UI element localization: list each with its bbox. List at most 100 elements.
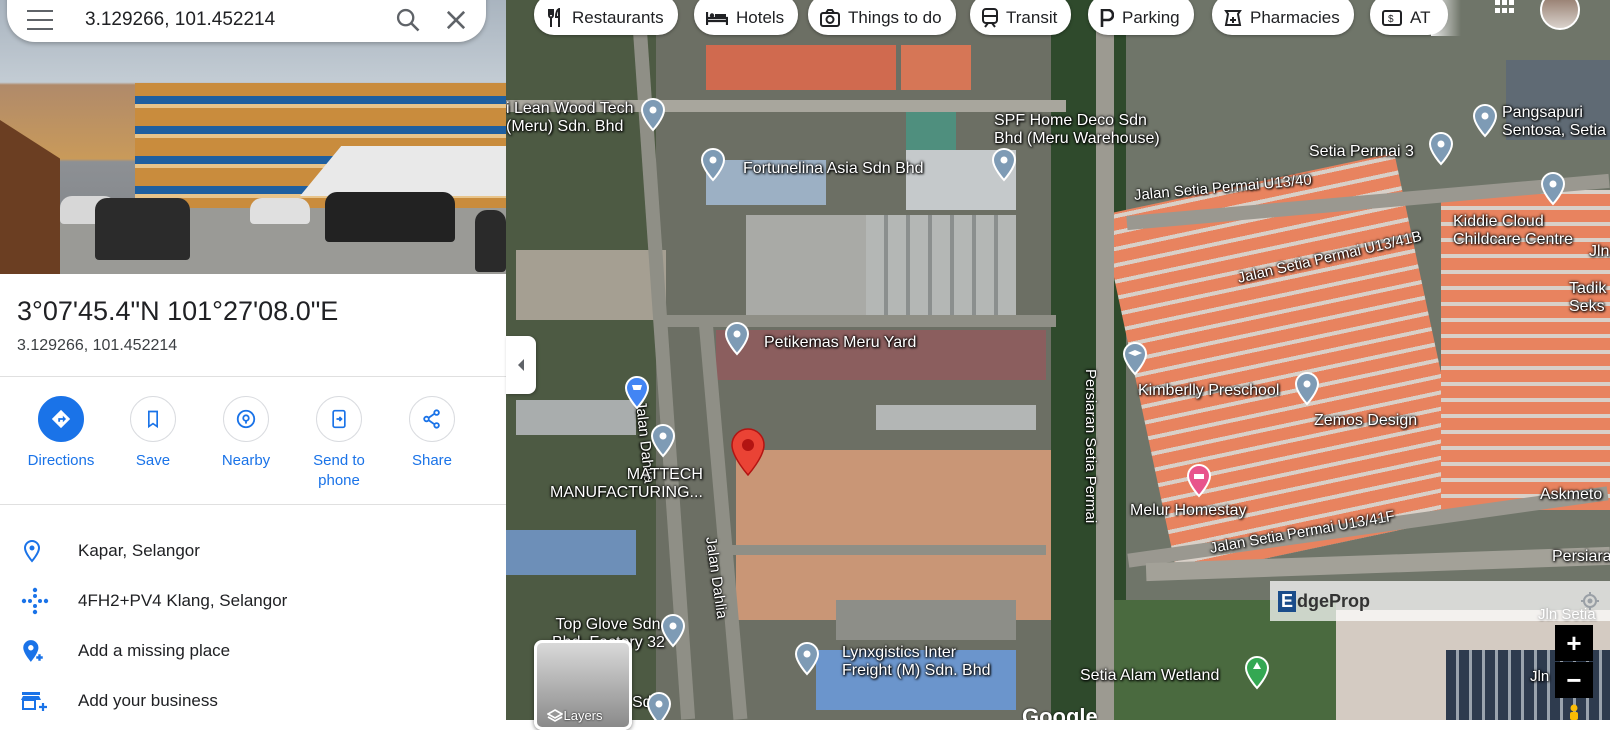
search-input[interactable] [85,9,374,31]
edgeprop-logo: EdgeProp [1278,590,1371,612]
map-pin-icon[interactable] [640,98,666,132]
layers-button[interactable]: Layers [534,640,632,730]
map-pin-icon[interactable] [650,424,676,458]
svg-text:$: $ [1388,14,1394,25]
collapse-panel-button[interactable] [506,336,536,394]
map-label-fortunelina[interactable]: Fortunelina Asia Sdn Bhd [743,160,924,178]
photo-car [325,192,455,242]
google-logo: Google [1022,704,1098,720]
road-label-persiaran: Persiara [1552,548,1610,565]
map-pin-icon[interactable] [1540,172,1566,206]
map-pin-icon[interactable] [700,148,726,182]
divider [0,376,506,377]
plus-code-row[interactable]: 4FH2+PV4 Klang, Selangor [0,576,506,626]
address-text: Kapar, Selangor [78,541,200,560]
chip-label: Transit [1006,7,1058,27]
red-roof-building [901,45,971,90]
apps-grid-icon[interactable] [1494,0,1516,18]
school-pin-icon[interactable] [1122,342,1148,376]
chip-label: Pharmacies [1250,7,1340,27]
lodging-pin-icon[interactable] [1186,464,1212,498]
map-label-mattech[interactable]: MATTECH MANUFACTURING... [550,466,703,502]
directions-label: Directions [27,452,95,469]
bookmark-icon [148,410,158,429]
share-button[interactable]: Share [386,396,478,471]
plus-code-text: 4FH2+PV4 Klang, Selangor [78,591,288,610]
long-warehouse [876,405,1036,430]
edgeprop-banner[interactable]: EdgeProp [1270,581,1610,621]
persiaran-setia-permai-road [1096,0,1114,720]
map-label-zemos[interactable]: Zemos Design [1314,412,1417,430]
map-label-askmeto[interactable]: Askmeto [1540,486,1602,504]
close-icon[interactable] [442,6,470,34]
pharmacy-icon [1224,9,1242,26]
map-label-pangsapuri[interactable]: Pangsapuri Sentosa, Setia [1502,104,1606,140]
train-icon [982,7,998,28]
map-label-melur-homestay[interactable]: Melur Homestay [1130,502,1246,520]
warehouse [836,600,1016,640]
zoom-in-button[interactable]: + [1555,625,1593,661]
map-pin-icon[interactable] [1428,132,1454,166]
save-button[interactable]: Save [107,396,199,471]
road-label-persiaran-setia-permai: Persiaran Setia Permai [1082,369,1099,524]
map-label-kiddie-cloud[interactable]: Kiddie Cloud Childcare Centre [1453,213,1573,249]
map-label-petikemas[interactable]: Petikemas Meru Yard [764,334,916,352]
park-pin-icon[interactable] [1244,656,1270,690]
container-yard [866,215,1016,315]
add-business-row[interactable]: Add your business [0,676,506,720]
send-to-phone-icon [332,409,346,429]
map-pin-icon[interactable] [991,148,1017,182]
atm-icon: $ [1382,9,1402,26]
pegman-icon[interactable] [1566,704,1582,720]
map-pin-icon[interactable] [1294,372,1320,406]
menu-icon[interactable] [27,10,53,30]
road [656,315,1056,327]
address-row[interactable]: Kapar, Selangor [0,526,506,576]
directions-button[interactable]: Directions [15,396,107,471]
chip-label: Hotels [736,7,785,27]
zoom-out-button[interactable]: − [1555,662,1593,698]
fork-knife-icon [548,7,560,27]
map-pin-icon[interactable] [660,614,686,648]
send-to-phone-button[interactable]: Send to phone [293,396,385,491]
chip-pharmacies[interactable]: Pharmacies [1212,0,1354,35]
map-pin-icon[interactable] [724,322,750,356]
add-business-icon [21,692,47,711]
camera-icon [820,8,840,27]
add-missing-place-row[interactable]: Add a missing place [0,626,506,676]
grey-lot [516,250,666,320]
chip-things-to-do[interactable]: Things to do [808,0,956,35]
search-icon[interactable] [394,6,422,34]
map-label-lean-wood[interactable]: i Lean Wood Tech (Meru) Sdn. Bhd [506,100,634,136]
chip-label: Things to do [848,7,942,27]
chip-restaurants[interactable]: Restaurants [534,0,678,35]
layers-label: Layers [563,708,603,723]
map-label-kimberlly[interactable]: Kimberlly Preschool [1138,382,1279,400]
selected-location-pin-icon[interactable] [730,428,766,476]
bed-icon [706,11,728,25]
edgeprop-logo-text: dgeProp [1297,590,1371,611]
my-location-icon[interactable] [1580,591,1600,611]
map-label-tadik[interactable]: Tadik Seks [1569,280,1606,316]
road-label-jln-edge: Jln [1589,243,1610,260]
map-label-setia-permai-3[interactable]: Setia Permai 3 [1309,143,1414,161]
grey-warehouse [746,215,866,315]
photo-car [250,198,310,224]
chip-label: Restaurants [572,7,664,27]
map-label-lynxgistics[interactable]: Lynxgistics Inter Freight (M) Sdn. Bhd [842,644,991,680]
shopping-pin-icon[interactable] [624,376,650,410]
map-pin-icon[interactable] [794,642,820,676]
nearby-button[interactable]: Nearby [200,396,292,471]
search-box [7,0,486,42]
chip-transit[interactable]: Transit [970,0,1072,35]
location-pin-icon [23,539,41,563]
map-pin-icon[interactable] [646,692,672,720]
map-label-spf-home-deco[interactable]: SPF Home Deco Sdn Bhd (Meru Warehouse) [994,112,1160,148]
map-label-setia-alam-wetland[interactable]: Setia Alam Wetland [1080,667,1219,685]
chip-parking[interactable]: Parking [1088,0,1194,35]
parking-icon [1100,8,1114,27]
red-roof-building [706,45,896,90]
chip-hotels[interactable]: Hotels [694,0,799,35]
map-pin-icon[interactable] [1472,104,1498,138]
decimal-coordinates: 3.129266, 101.452214 [17,337,178,354]
